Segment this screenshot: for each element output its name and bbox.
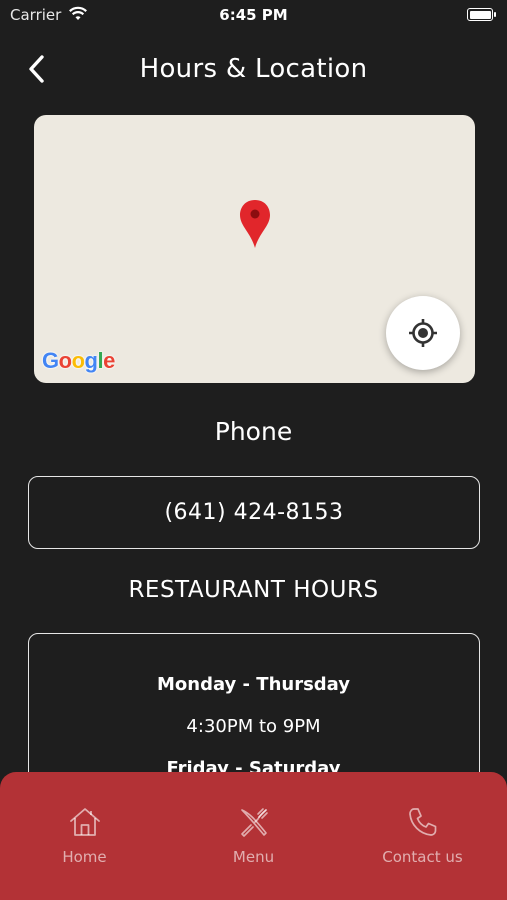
phone-number-button[interactable]: (641) 424-8153 bbox=[28, 476, 480, 549]
tab-bar: Home Menu Contact us bbox=[0, 772, 507, 900]
map-view[interactable]: Google bbox=[34, 115, 475, 383]
map-pin-icon[interactable] bbox=[237, 199, 273, 249]
hours-time: 4:30PM to 9PM bbox=[186, 716, 321, 737]
clock: 6:45 PM bbox=[219, 6, 288, 24]
tab-contact[interactable]: Contact us bbox=[338, 772, 507, 900]
restaurant-hours-heading: RESTAURANT HOURS bbox=[128, 577, 379, 603]
phone-heading: Phone bbox=[214, 417, 293, 446]
tab-menu-label: Menu bbox=[232, 848, 275, 866]
battery-icon bbox=[467, 8, 496, 21]
hours-days: Monday - Thursday bbox=[156, 674, 351, 695]
tab-contact-label: Contact us bbox=[382, 848, 463, 866]
tab-home-label: Home bbox=[62, 848, 107, 866]
phone-icon bbox=[408, 808, 436, 836]
crosshair-icon bbox=[409, 319, 437, 347]
navigation-header: Hours & Location bbox=[0, 44, 507, 94]
tab-home[interactable]: Home bbox=[0, 772, 169, 900]
my-location-button[interactable] bbox=[386, 296, 460, 370]
page-title: Hours & Location bbox=[139, 54, 368, 84]
phone-number: (641) 424-8153 bbox=[164, 500, 344, 525]
home-icon bbox=[69, 808, 100, 836]
status-bar: Carrier 6:45 PM bbox=[0, 0, 507, 30]
tab-menu[interactable]: Menu bbox=[169, 772, 338, 900]
google-logo: Google bbox=[42, 348, 115, 373]
utensils-icon bbox=[240, 808, 268, 837]
